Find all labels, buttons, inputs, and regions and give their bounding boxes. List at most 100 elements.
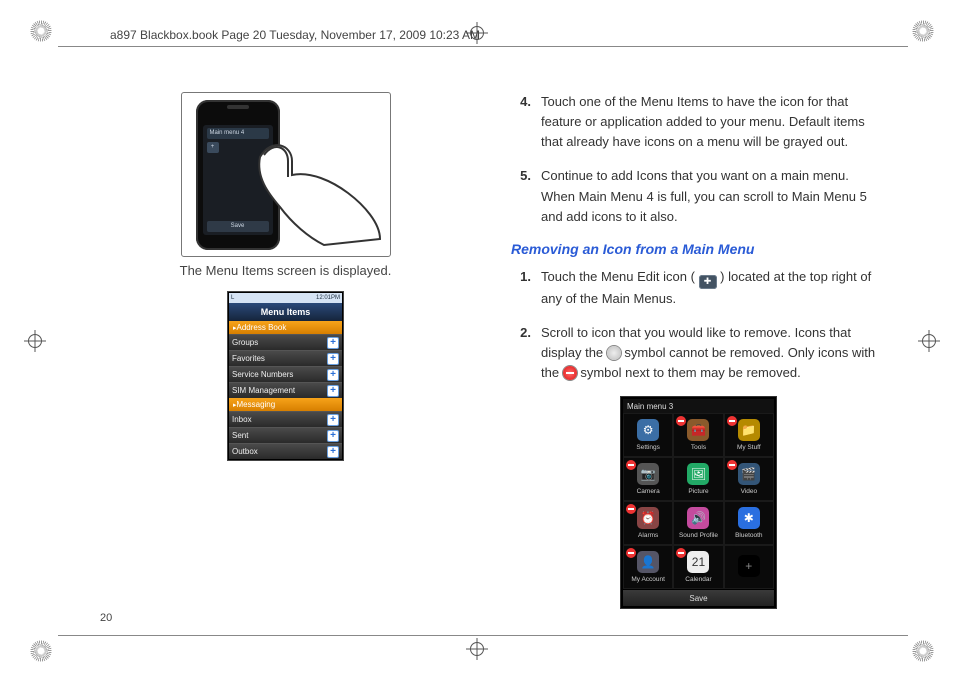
step-number: 1. bbox=[511, 267, 541, 309]
page-header-label: a897 Blackbox.book Page 20 Tuesday, Nove… bbox=[110, 28, 480, 42]
app-icon: 🔊 bbox=[687, 507, 709, 529]
app-icon: 📷 bbox=[637, 463, 659, 485]
app-cell: 🔊 Sound Profile bbox=[673, 501, 723, 545]
app-label: Settings bbox=[636, 444, 660, 451]
menu-row-label: Outbox bbox=[232, 447, 258, 456]
menu-row-label: Sent bbox=[232, 431, 248, 440]
status-left: L bbox=[231, 295, 234, 301]
menu-row: SIM Management + bbox=[229, 382, 342, 398]
rosette-icon bbox=[28, 638, 54, 664]
app-label: Video bbox=[741, 488, 758, 495]
app-cell: + bbox=[724, 545, 774, 589]
step-number: 2. bbox=[511, 323, 541, 383]
menu-edit-icon: ✚ bbox=[699, 275, 717, 289]
hand-icon bbox=[252, 127, 382, 247]
instruction-step: 2. Scroll to icon that you would like to… bbox=[511, 323, 886, 383]
app-cell: 🎬 Video bbox=[724, 457, 774, 501]
rosette-icon bbox=[910, 18, 936, 44]
figure-caption: The Menu Items screen is displayed. bbox=[180, 263, 392, 278]
section-header: Messaging bbox=[229, 398, 342, 411]
instruction-step: 1. Touch the Menu Edit icon ( ✚ ) locate… bbox=[511, 267, 886, 309]
app-label: Calendar bbox=[685, 576, 711, 583]
remove-symbol-icon bbox=[727, 460, 737, 470]
status-time: 12:01PM bbox=[316, 295, 340, 301]
add-icon: + bbox=[327, 385, 339, 397]
menu-row: Outbox + bbox=[229, 443, 342, 459]
app-label: Tools bbox=[691, 444, 706, 451]
registration-mark-icon bbox=[466, 638, 488, 660]
add-icon: + bbox=[327, 446, 339, 458]
step-text: Continue to add Icons that you want on a… bbox=[541, 166, 886, 226]
add-icon: + bbox=[327, 430, 339, 442]
registration-mark-icon bbox=[918, 330, 940, 352]
app-icon: 📁 bbox=[738, 419, 760, 441]
app-cell: 📷 Camera bbox=[623, 457, 673, 501]
phone-hand-illustration: Main menu 4 + Save bbox=[181, 92, 391, 257]
app-icon: 🖼 bbox=[687, 463, 709, 485]
subheading: Removing an Icon from a Main Menu bbox=[511, 241, 886, 257]
app-cell: 🖼 Picture bbox=[673, 457, 723, 501]
app-label: Sound Profile bbox=[679, 532, 718, 539]
app-cell: ✱ Bluetooth bbox=[724, 501, 774, 545]
app-icon: + bbox=[738, 555, 760, 577]
add-icon: + bbox=[327, 369, 339, 381]
app-icon: 🎬 bbox=[738, 463, 760, 485]
screenshot-title: Menu Items bbox=[229, 303, 342, 321]
app-label: Picture bbox=[688, 488, 708, 495]
step-text: symbol next to them may be removed. bbox=[580, 365, 800, 380]
rosette-icon bbox=[910, 638, 936, 664]
menu-row-label: Inbox bbox=[232, 415, 252, 424]
app-label: My Account bbox=[631, 576, 665, 583]
crop-line bbox=[58, 635, 908, 636]
app-icon: ⏰ bbox=[637, 507, 659, 529]
app-label: Bluetooth bbox=[735, 532, 762, 539]
remove-symbol-icon bbox=[676, 416, 686, 426]
app-label: Alarms bbox=[638, 532, 658, 539]
step-number: 4. bbox=[511, 92, 541, 152]
app-cell: 🧰 Tools bbox=[673, 413, 723, 457]
main-menu-3-screenshot: Main menu 3 ⚙ Settings 🧰 Tools 📁 My Stuff 📷 Cam… bbox=[621, 397, 776, 608]
app-icon: 21 bbox=[687, 551, 709, 573]
remove-symbol-icon bbox=[727, 416, 737, 426]
save-bar: Save bbox=[623, 590, 774, 606]
registration-mark-icon bbox=[24, 330, 46, 352]
app-cell: 21 Calendar bbox=[673, 545, 723, 589]
step-text: Touch one of the Menu Items to have the … bbox=[541, 92, 886, 152]
menu-row: Sent + bbox=[229, 427, 342, 443]
add-icon: + bbox=[327, 414, 339, 426]
section-header: Address Book bbox=[229, 321, 342, 334]
menu-row-label: Service Numbers bbox=[232, 370, 293, 379]
rosette-icon bbox=[28, 18, 54, 44]
app-icon: ✱ bbox=[738, 507, 760, 529]
app-cell: ⚙ Settings bbox=[623, 413, 673, 457]
app-icon: ⚙ bbox=[637, 419, 659, 441]
menu-row: Inbox + bbox=[229, 411, 342, 427]
menu-row-label: Favorites bbox=[232, 354, 265, 363]
add-icon: + bbox=[327, 337, 339, 349]
remove-symbol-icon bbox=[626, 460, 636, 470]
menu-row: Favorites + bbox=[229, 350, 342, 366]
remove-symbol-icon bbox=[563, 366, 577, 380]
app-cell: 👤 My Account bbox=[623, 545, 673, 589]
menu-items-screenshot: L 12:01PM Menu Items Address Book Groups +… bbox=[228, 292, 343, 460]
crop-line bbox=[58, 46, 908, 47]
app-icon: 👤 bbox=[637, 551, 659, 573]
app-cell: 📁 My Stuff bbox=[724, 413, 774, 457]
app-label: My Stuff bbox=[737, 444, 761, 451]
page-number: 20 bbox=[100, 612, 112, 624]
instruction-step: 5.Continue to add Icons that you want on… bbox=[511, 166, 886, 226]
step-text: Touch the Menu Edit icon ( bbox=[541, 269, 695, 284]
app-label: Camera bbox=[637, 488, 660, 495]
remove-symbol-icon bbox=[676, 548, 686, 558]
menu-row: Service Numbers + bbox=[229, 366, 342, 382]
locked-symbol-icon bbox=[607, 346, 621, 360]
menu-row-label: Groups bbox=[232, 338, 258, 347]
menu-row: Groups + bbox=[229, 334, 342, 350]
app-icon: 🧰 bbox=[687, 419, 709, 441]
screenshot-title: Main menu 3 bbox=[623, 399, 774, 413]
remove-symbol-icon bbox=[626, 504, 636, 514]
step-number: 5. bbox=[511, 166, 541, 226]
menu-row-label: SIM Management bbox=[232, 386, 295, 395]
add-icon: + bbox=[327, 353, 339, 365]
remove-symbol-icon bbox=[626, 548, 636, 558]
